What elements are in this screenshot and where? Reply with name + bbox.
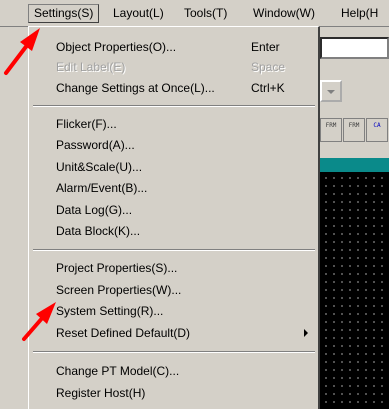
- menu-separator: [33, 105, 315, 107]
- dropdown-button[interactable]: [320, 80, 342, 102]
- menu-item-label: Reset Defined Default(D): [56, 326, 191, 340]
- menu-help[interactable]: Help(H: [336, 4, 383, 22]
- toolbar-button-frm-1[interactable]: FRM: [320, 118, 342, 142]
- menu-item-reset-defined-default[interactable]: Reset Defined Default(D): [31, 323, 317, 343]
- menu-item-shortcut: Enter: [251, 40, 280, 54]
- menu-item-project-properties[interactable]: Project Properties(S)...: [31, 258, 317, 278]
- menu-item-unit-scale[interactable]: Unit&Scale(U)...: [31, 157, 317, 177]
- menu-item-shortcut: Ctrl+K: [251, 81, 285, 95]
- menu-item-change-settings-at-once[interactable]: Change Settings at Once(L)... Ctrl+K: [31, 78, 317, 98]
- screen-editor-canvas[interactable]: [320, 172, 389, 409]
- menu-item-shortcut: Space: [251, 60, 286, 74]
- menu-item-label: Alarm/Event(B)...: [56, 181, 148, 195]
- menu-item-label: Project Properties(S)...: [56, 261, 178, 275]
- menu-item-password[interactable]: Password(A)...: [31, 135, 317, 155]
- menu-item-data-block[interactable]: Data Block(K)...: [31, 221, 317, 241]
- toolbar-button-ca[interactable]: CA: [366, 118, 388, 142]
- menu-item-flicker[interactable]: Flicker(F)...: [31, 114, 317, 134]
- menu-item-label: Data Block(K)...: [56, 224, 141, 238]
- menu-item-label: System Setting(R)...: [56, 304, 164, 318]
- chevron-down-icon: [327, 90, 335, 94]
- menu-separator: [33, 249, 315, 251]
- menu-item-alarm-event[interactable]: Alarm/Event(B)...: [31, 178, 317, 198]
- menu-item-label: Edit Label(E): [56, 60, 126, 74]
- menu-item-label: Object Properties(O)...: [56, 40, 177, 54]
- menu-item-label: Change PT Model(C)...: [56, 364, 180, 378]
- menu-window[interactable]: Window(W): [248, 4, 320, 22]
- menu-layout[interactable]: Layout(L): [108, 4, 169, 22]
- menu-item-label: Flicker(F)...: [56, 117, 117, 131]
- submenu-arrow-icon: [304, 329, 308, 337]
- menu-settings[interactable]: Settings(S): [28, 4, 100, 23]
- menu-item-change-pt-model[interactable]: Change PT Model(C)...: [31, 361, 317, 381]
- menu-item-label: Data Log(G)...: [56, 203, 133, 217]
- menu-item-register-host[interactable]: Register Host(H): [31, 383, 317, 403]
- menu-item-label: Screen Properties(W)...: [56, 283, 182, 297]
- settings-dropdown-menu: Object Properties(O)... Enter Edit Label…: [28, 26, 320, 409]
- menu-separator: [33, 351, 315, 353]
- menu-item-label: Change Settings at Once(L)...: [56, 81, 215, 95]
- menu-item-label: Register Host(H): [56, 386, 146, 400]
- menu-item-data-log[interactable]: Data Log(G)...: [31, 200, 317, 220]
- menu-item-system-setting[interactable]: System Setting(R)...: [31, 301, 317, 321]
- menu-item-screen-properties[interactable]: Screen Properties(W)...: [31, 280, 317, 300]
- menu-item-label: Unit&Scale(U)...: [56, 160, 143, 174]
- menu-item-label: Password(A)...: [56, 138, 135, 152]
- menu-item-object-properties[interactable]: Object Properties(O)... Enter: [31, 37, 317, 57]
- toolbar-button-frm-2[interactable]: FRM: [343, 118, 365, 142]
- menu-bar: Settings(S) Layout(L) Tools(T) Window(W)…: [0, 0, 389, 27]
- menu-tools[interactable]: Tools(T): [179, 4, 232, 22]
- screen-title-bar: [320, 158, 389, 172]
- toolbar-combobox[interactable]: [320, 37, 389, 59]
- menu-item-edit-label: Edit Label(E) Space: [31, 57, 317, 77]
